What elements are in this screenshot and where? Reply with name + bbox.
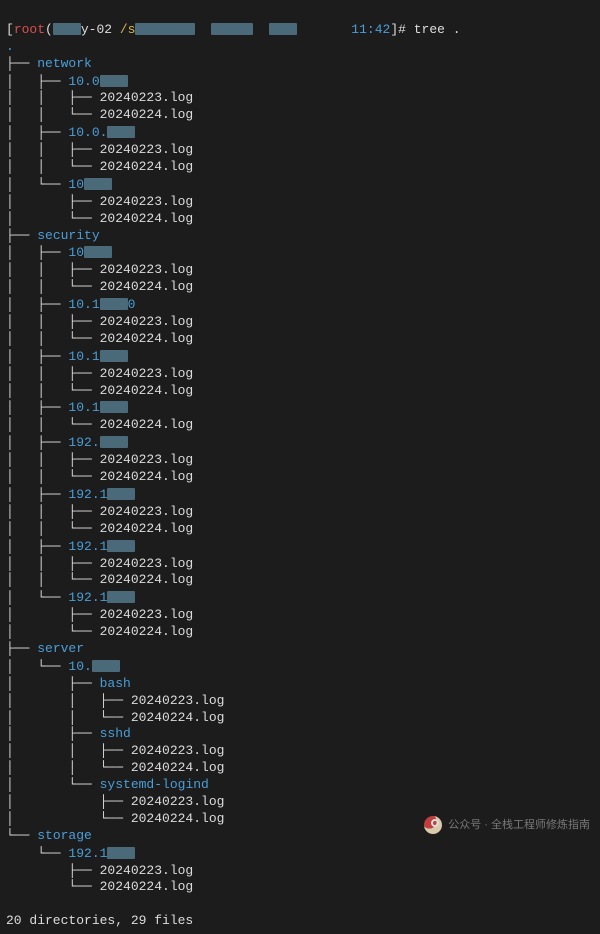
watermark-text: 公众号 · 全栈工程师修炼指南 <box>448 818 590 832</box>
wechat-icon <box>424 816 442 834</box>
terminal-output: [root(y-02 /s 11:42]# tree . . ├── netwo… <box>0 0 600 934</box>
wechat-watermark: 公众号 · 全栈工程师修炼指南 <box>424 816 590 834</box>
